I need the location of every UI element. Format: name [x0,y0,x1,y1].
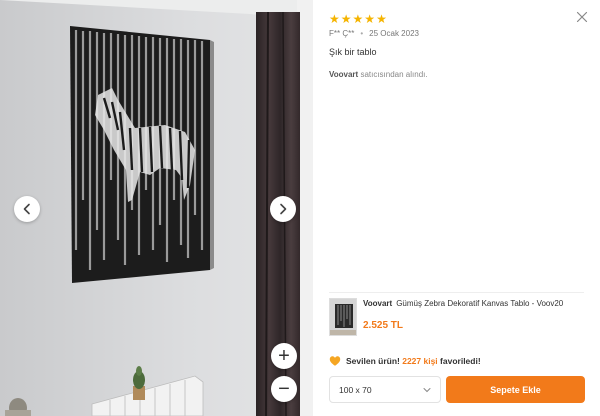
review-panel: ★ ★ ★ ★ ★ F** Ç** • 25 Ocak 2023 Şık bir tab… [313,0,600,416]
size-select[interactable]: 100 x 70 [329,376,441,403]
product-brand: Voovart [363,299,393,308]
close-icon[interactable] [574,9,590,25]
separator-dot: • [360,29,364,38]
heart-icon [329,356,341,366]
product-name: Gümüş Zebra Dekoratif Kanvas Tablo - Voo… [396,299,564,308]
favorite-info: Sevilen ürün! 2227 kişi favoriledi! [329,355,481,367]
review-meta: F** Ç** • 25 Ocak 2023 [329,29,419,38]
product-thumbnail[interactable] [329,298,357,336]
rating-stars: ★ ★ ★ ★ ★ [329,13,387,25]
next-image-button[interactable] [270,196,296,222]
review-text: Şık bir tablo [329,47,377,57]
favorite-suffix: favoriledi! [440,356,481,366]
star-icon: ★ [329,12,340,26]
divider [329,292,584,293]
seller-name: Voovart [329,70,359,79]
product-card[interactable]: Voovart Gümüş Zebra Dekoratif Kanvas Tabl… [329,298,587,338]
image-viewer: + − [0,0,313,416]
product-price: 2.525 TL [363,320,404,331]
zoom-out-button[interactable]: − [271,376,297,402]
favorite-count: 2227 kişi [402,356,438,366]
star-icon: ★ [364,12,376,26]
zoom-in-button[interactable]: + [271,343,297,369]
favorite-prefix: Sevilen ürün! [346,356,400,366]
review-author: F** Ç** [329,29,355,38]
previous-image-button[interactable] [14,196,40,222]
review-photo [0,0,313,416]
star-icon: ★ [340,12,352,26]
star-icon: ★ [352,12,364,26]
favorite-text: Sevilen ürün! 2227 kişi favoriledi! [346,356,481,366]
add-to-cart-button[interactable]: Sepete Ekle [446,376,585,403]
chevron-down-icon [423,388,431,393]
chevron-right-icon [280,203,287,215]
seller-note: Voovart satıcısından alındı. [329,70,428,79]
seller-suffix: satıcısından alındı. [360,70,428,79]
size-value: 100 x 70 [339,384,372,395]
zebra-painting [70,26,214,283]
star-icon: ★ [376,12,387,26]
chevron-left-icon [23,203,30,215]
product-title[interactable]: Voovart Gümüş Zebra Dekoratif Kanvas Tabl… [363,299,587,308]
review-date: 25 Ocak 2023 [369,29,419,38]
